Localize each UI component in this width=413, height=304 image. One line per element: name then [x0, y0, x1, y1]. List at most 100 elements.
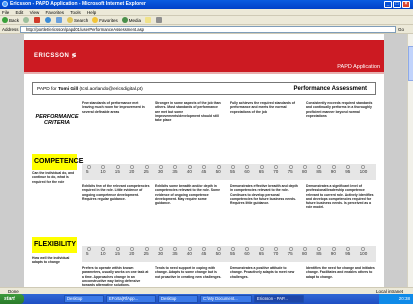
competence-question: Can the individual do, and continue to d…: [32, 171, 75, 184]
home-button[interactable]: [56, 17, 63, 23]
clock: 20:38: [398, 296, 410, 301]
menu-help[interactable]: Help: [87, 10, 96, 15]
go-button[interactable]: Go: [398, 26, 404, 33]
rating-value: 10: [100, 169, 106, 174]
rating-value: 50: [215, 169, 221, 174]
ericsson-logo-icon: ≶: [71, 53, 78, 59]
address-url: http://portlet/ericsson/papd01/userPerfo…: [26, 27, 145, 32]
ericsson-logo: ERICSSON ≶: [34, 53, 78, 59]
menu-edit[interactable]: Edit: [16, 10, 24, 15]
section-heading-competence: COMPETENCE: [32, 154, 83, 170]
refresh-button[interactable]: [45, 17, 52, 23]
rating-value: 70: [273, 251, 279, 256]
rating-value: 55: [230, 251, 236, 256]
employee-email: (tcsl.aorlando@ericsdigital.pt): [79, 87, 143, 92]
papd-page: ERICSSON ≶ PAPD Application PAPD for Tom…: [24, 34, 384, 287]
close-icon[interactable]: ×: [402, 1, 410, 8]
rating-value: 45: [201, 169, 207, 174]
address-input[interactable]: http://portlet/ericsson/papd01/userPerfo…: [20, 26, 396, 33]
system-tray: 20:38: [379, 294, 413, 304]
rating-value: 85: [316, 251, 322, 256]
printer-icon: [156, 17, 163, 23]
rating-value: 20: [129, 251, 135, 256]
rating-value: 20: [129, 169, 135, 174]
task-my-documents[interactable]: C:\My Document...: [200, 295, 252, 303]
taskbar: start Desktop EForta(RfApp... Desktop C:…: [0, 294, 413, 304]
rating-value: 80: [302, 251, 308, 256]
print-button[interactable]: [156, 17, 163, 23]
stop-button[interactable]: [34, 17, 41, 23]
rating-value: 85: [316, 169, 322, 174]
browser-window: Ericsson - PAPD Application - Microsoft …: [0, 0, 413, 304]
rating-value: 50: [215, 251, 221, 256]
favorites-button[interactable]: Favorites: [92, 16, 118, 25]
task-ericsson-papd[interactable]: Ericsson - PAP...: [254, 295, 304, 303]
forward-button[interactable]: [23, 17, 30, 23]
back-arrow-icon: [2, 17, 8, 23]
task-desktop-2[interactable]: Desktop: [158, 295, 198, 303]
rating-value: 40: [186, 251, 192, 256]
start-button[interactable]: start: [0, 294, 24, 304]
rating-value: 95: [345, 251, 351, 256]
mail-icon: [145, 17, 152, 23]
papd-header: PAPD for Tomi Gill (tcsl.aorlando@ericsd…: [32, 82, 376, 95]
flexibility-question: How well the individual adapts to change: [32, 256, 70, 265]
rating-value: 15: [114, 251, 120, 256]
competence-level-2: Exhibits some breadth and/or depth in co…: [155, 184, 221, 206]
rating-value: 90: [330, 251, 336, 256]
rating-value: 25: [143, 251, 149, 256]
section-heading-flexibility: FLEXIBILITY: [32, 237, 77, 253]
address-bar: Address http://portlet/ericsson/papd01/u…: [0, 25, 413, 34]
forward-arrow-icon: [23, 17, 30, 23]
mail-button[interactable]: [145, 17, 152, 23]
flexibility-scale: 5 10 15 20 25 30 35 40 45 50 55 60 65 70 75 80 85 90 95 100: [82, 246, 376, 262]
media-icon: [121, 17, 128, 23]
employee-name: Tomi Gill: [57, 87, 79, 92]
rating-value: 75: [287, 169, 293, 174]
window-title: Ericsson - PAPD Application - Microsoft …: [10, 1, 146, 7]
competence-scale: 5 10 15 20 25 30 35 40 45 50 55 60 65 70 75 80 85 90 95 100: [82, 164, 376, 180]
papd-for-label: PAPD for Tomi Gill (tcsl.aorlando@ericsd…: [37, 87, 143, 92]
rating-value: 15: [114, 169, 120, 174]
refresh-icon: [45, 17, 52, 23]
criteria-level-4: Consistently exceeds required standards …: [306, 101, 373, 118]
maximize-icon[interactable]: □: [393, 1, 401, 8]
rating-value: 70: [273, 169, 279, 174]
status-bar: Done Local intranet: [0, 287, 413, 294]
rating-value: 40: [186, 169, 192, 174]
flexibility-level-1: Prefers to operate within known paramete…: [82, 266, 149, 287]
menu-favorites[interactable]: Favorites: [46, 10, 65, 15]
criteria-level-2: Stronger in some aspects of the job than…: [155, 101, 221, 123]
menu-view[interactable]: View: [30, 10, 40, 15]
rating-value: 5: [86, 251, 89, 256]
search-button[interactable]: Search: [67, 16, 88, 25]
task-eforta[interactable]: EForta(RfApp...: [106, 295, 156, 303]
rating-value: 80: [302, 169, 308, 174]
minimize-icon[interactable]: _: [384, 1, 392, 8]
stop-icon: [34, 17, 41, 23]
scrollbar-thumb[interactable]: [408, 46, 413, 81]
rating-value: 100: [359, 169, 368, 174]
rating-value: 95: [345, 169, 351, 174]
rating-value: 35: [172, 169, 178, 174]
menu-tools[interactable]: Tools: [70, 10, 81, 15]
rating-value: 90: [330, 169, 336, 174]
page-viewport: ERICSSON ≶ PAPD Application PAPD for Tom…: [0, 34, 407, 287]
flexibility-level-3: Demonstrates a positive attitude to chan…: [230, 266, 295, 279]
criteria-label: PERFORMANCE CRITERIA: [35, 114, 79, 126]
rating-value: 75: [287, 251, 293, 256]
app-title: PAPD Application: [337, 64, 380, 70]
vertical-scrollbar[interactable]: [407, 34, 413, 287]
menu-bar: File Edit View Favorites Tools Help: [0, 9, 413, 16]
rating-value: 35: [172, 251, 178, 256]
rating-value: 60: [244, 169, 250, 174]
media-button[interactable]: Media: [121, 16, 141, 25]
menu-file[interactable]: File: [2, 10, 9, 15]
banner-divider: [24, 72, 384, 74]
competence-level-4: Demonstrates a significant level of prof…: [306, 184, 374, 210]
back-button[interactable]: Back: [2, 16, 19, 25]
title-bar: Ericsson - PAPD Application - Microsoft …: [0, 0, 413, 9]
home-icon: [56, 17, 63, 23]
task-desktop-1[interactable]: Desktop: [64, 295, 104, 303]
rating-value: 55: [230, 169, 236, 174]
